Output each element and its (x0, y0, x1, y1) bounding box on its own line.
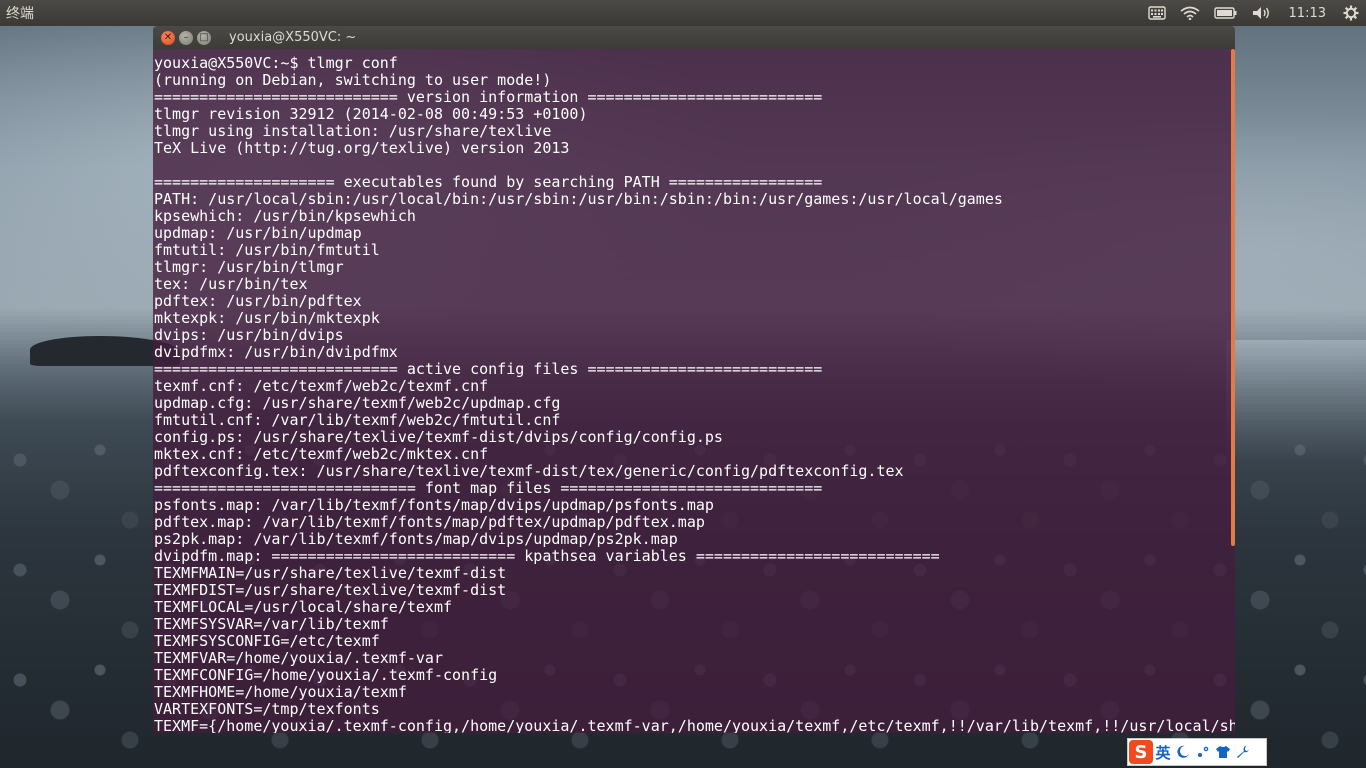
terminal-line: PATH: /usr/local/sbin:/usr/local/bin:/us… (154, 190, 1003, 208)
minimize-button[interactable]: – (179, 30, 193, 45)
terminal-scrollbar[interactable] (1231, 49, 1235, 546)
terminal-line: TEXMFHOME=/home/youxia/texmf (154, 683, 407, 701)
terminal-line: tlmgr: /usr/bin/tlmgr (154, 258, 344, 276)
terminal-line: ==================== executables found b… (154, 173, 823, 191)
terminal-area[interactable]: youxia@X550VC:~$ tlmgr conf (running on D… (153, 49, 1235, 733)
sogou-logo-icon[interactable]: S (1129, 740, 1153, 764)
terminal-line: dvips: /usr/bin/dvips (154, 326, 344, 344)
terminal-line: =========================== version info… (154, 88, 823, 106)
maximize-icon: □ (199, 31, 209, 43)
terminal-line: psfonts.map: /var/lib/texmf/fonts/map/dv… (154, 496, 714, 514)
ime-toolbar[interactable]: S 英 (1127, 738, 1267, 766)
clock[interactable]: 11:13 (1279, 0, 1336, 26)
close-button[interactable]: ✕ (161, 30, 175, 45)
terminal-line: TEXMFLOCAL=/usr/local/share/texmf (154, 598, 453, 616)
indicator-area: 11:13 (1141, 0, 1366, 26)
terminal-line: TeX Live (http://tug.org/texlive) versio… (154, 139, 570, 157)
terminal-line: pdftex.map: /var/lib/texmf/fonts/map/pdf… (154, 513, 705, 531)
terminal-line: texmf.cnf: /etc/texmf/web2c/texmf.cnf (154, 377, 489, 395)
terminal-line: ============================= font map f… (154, 479, 823, 497)
punctuation-icon[interactable] (1193, 740, 1213, 764)
terminal-line: TEXMF={/home/youxia/.texmf-config,/home/… (154, 717, 1235, 734)
battery-icon[interactable] (1207, 0, 1245, 26)
terminal-line: TEXMFCONFIG=/home/youxia/.texmf-config (154, 666, 498, 684)
terminal-line: TEXMFSYSCONFIG=/etc/texmf (154, 632, 380, 650)
maximize-button[interactable]: □ (197, 30, 211, 45)
terminal-output[interactable]: youxia@X550VC:~$ tlmgr conf (running on D… (153, 49, 1235, 734)
terminal-line: fmtutil.cnf: /var/lib/texmf/web2c/fmtuti… (154, 411, 561, 429)
terminal-line: dvipdfm.map: ===========================… (154, 547, 940, 565)
window-titlebar[interactable]: ✕ – □ youxia@X550VC: ~ (153, 26, 1235, 49)
close-icon: ✕ (163, 31, 173, 43)
terminal-line: tlmgr using installation: /usr/share/tex… (154, 122, 552, 140)
active-app-title: 终端 (6, 6, 34, 22)
window-controls: ✕ – □ (161, 30, 215, 45)
keyboard-icon[interactable] (1141, 0, 1173, 26)
wrench-icon[interactable] (1233, 740, 1253, 764)
ime-language-toggle[interactable]: 英 (1153, 740, 1173, 764)
moon-icon[interactable] (1173, 740, 1193, 764)
terminal-line: fmtutil: /usr/bin/fmtutil (154, 241, 380, 259)
window-title: youxia@X550VC: ~ (229, 30, 357, 45)
terminal-line: tlmgr revision 32912 (2014-02-08 00:49:5… (154, 105, 588, 123)
terminal-line: updmap: /usr/bin/updmap (154, 224, 362, 242)
terminal-line: TEXMFVAR=/home/youxia/.texmf-var (154, 649, 443, 667)
terminal-line: dvipdfmx: /usr/bin/dvipdfmx (154, 343, 398, 361)
wifi-icon[interactable] (1173, 0, 1207, 26)
top-panel: 终端 11:13 (0, 0, 1366, 26)
terminal-line: tex: /usr/bin/tex (154, 275, 308, 293)
terminal-line: (running on Debian, switching to user mo… (154, 71, 552, 89)
gear-icon[interactable] (1336, 0, 1366, 26)
terminal-line: mktex.cnf: /etc/texmf/web2c/mktex.cnf (154, 445, 489, 463)
terminal-window: ✕ – □ youxia@X550VC: ~ youxia@X550VC:~$ … (153, 26, 1235, 733)
terminal-line: updmap.cfg: /usr/share/texmf/web2c/updma… (154, 394, 561, 412)
terminal-line: mktexpk: /usr/bin/mktexpk (154, 309, 380, 327)
terminal-line: TEXMFDIST=/usr/share/texlive/texmf-dist (154, 581, 507, 599)
terminal-line: pdftex: /usr/bin/pdftex (154, 292, 362, 310)
terminal-line: VARTEXFONTS=/tmp/texfonts (154, 700, 380, 718)
terminal-line: youxia@X550VC:~$ tlmgr conf (154, 54, 398, 72)
shirt-icon[interactable] (1213, 740, 1233, 764)
terminal-line: TEXMFMAIN=/usr/share/texlive/texmf-dist (154, 564, 507, 582)
terminal-line: ps2pk.map: /var/lib/texmf/fonts/map/dvip… (154, 530, 678, 548)
volume-icon[interactable] (1245, 0, 1279, 26)
terminal-line: =========================== active confi… (154, 360, 823, 378)
terminal-line: pdftexconfig.tex: /usr/share/texlive/tex… (154, 462, 904, 480)
terminal-line: TEXMFSYSVAR=/var/lib/texmf (154, 615, 389, 633)
terminal-line: config.ps: /usr/share/texlive/texmf-dist… (154, 428, 723, 446)
terminal-line: kpsewhich: /usr/bin/kpsewhich (154, 207, 416, 225)
minimize-icon: – (183, 31, 189, 43)
